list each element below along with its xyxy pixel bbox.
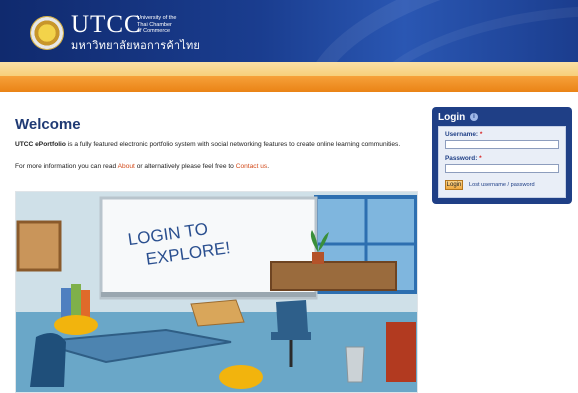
logo-text[interactable]: UTCC xyxy=(71,11,142,39)
classroom-illustration: LOGIN TO EXPLORE! xyxy=(16,192,417,392)
university-name-th: มหาวิทยาลัยหอการค้าไทย xyxy=(71,40,201,52)
login-form: Username: * Password: * Login Lost usern… xyxy=(438,126,566,198)
page-title: Welcome xyxy=(15,116,81,133)
password-input[interactable] xyxy=(445,164,559,173)
required-mark: * xyxy=(479,131,483,138)
university-name-en: University of the Thai Chamber of Commer… xyxy=(137,15,177,34)
login-panel: Login i Username: * Password: * Login Lo… xyxy=(432,107,572,204)
username-label: Username: * xyxy=(445,131,482,138)
info-icon[interactable]: i xyxy=(470,113,478,121)
required-mark: * xyxy=(479,155,482,162)
login-button[interactable]: Login xyxy=(445,180,463,190)
more-prefix: For more information you can read xyxy=(15,163,117,170)
site-header: UTCC University of the Thai Chamber of C… xyxy=(0,0,578,62)
nav-bar xyxy=(0,76,578,92)
intro-bold: UTCC ePortfolio xyxy=(15,141,66,148)
more-suffix: . xyxy=(267,163,270,170)
about-link[interactable]: About xyxy=(118,163,135,170)
intro-rest: is a fully featured electronic portfolio… xyxy=(67,141,401,148)
nav-bar-top xyxy=(0,62,578,76)
username-input[interactable] xyxy=(445,140,559,149)
lost-password-link[interactable]: Lost username / password xyxy=(469,182,535,188)
intro-text: UTCC ePortfolio is a fully featured elec… xyxy=(15,141,410,149)
more-info-text: For more information you can read About … xyxy=(15,163,269,170)
university-seal-icon[interactable] xyxy=(30,16,64,50)
password-label-text: Password: xyxy=(445,155,478,162)
username-label-text: Username: xyxy=(445,131,479,138)
login-to-explore-illustration: LOGIN TO EXPLORE! xyxy=(15,191,418,393)
contact-link[interactable]: Contact us xyxy=(236,163,268,170)
password-label: Password: * xyxy=(445,155,482,162)
more-middle: or alternatively please feel free to xyxy=(136,163,234,170)
login-title: Login xyxy=(438,112,466,123)
